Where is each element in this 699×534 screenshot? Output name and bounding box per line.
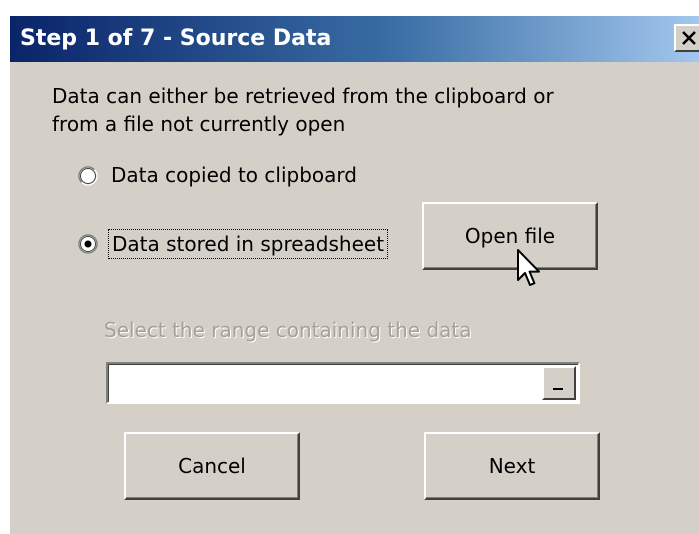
next-button[interactable]: Next <box>424 432 600 500</box>
range-label: Select the range containing the data <box>104 318 472 342</box>
dialog-title: Step 1 of 7 - Source Data <box>20 26 332 51</box>
close-button[interactable] <box>674 24 699 52</box>
range-picker-button[interactable] <box>542 366 576 400</box>
dialog-window: Step 1 of 7 - Source Data Data can eithe… <box>8 14 699 534</box>
open-file-button-label: Open file <box>464 224 556 248</box>
title-bar[interactable]: Step 1 of 7 - Source Data <box>10 16 699 62</box>
radio-clipboard-label[interactable]: Data copied to clipboard <box>108 161 360 189</box>
range-input[interactable] <box>106 362 580 404</box>
instructions-line-1: Data can either be retrieved from the cl… <box>52 84 554 108</box>
open-file-button[interactable]: Open file <box>422 202 598 270</box>
range-picker-icon <box>553 388 563 390</box>
radio-unchecked-icon[interactable] <box>78 166 98 186</box>
instructions-text: Data can either be retrieved from the cl… <box>52 82 612 138</box>
instructions-line-2: from a file not currently open <box>52 112 346 136</box>
mouse-cursor-icon <box>517 249 540 286</box>
radio-checked-icon[interactable] <box>78 234 98 254</box>
radio-spreadsheet-label[interactable]: Data stored in spreadsheet <box>108 229 389 259</box>
next-button-label: Next <box>488 454 536 478</box>
cancel-button-label: Cancel <box>178 454 246 478</box>
close-icon <box>682 31 696 45</box>
cancel-button[interactable]: Cancel <box>124 432 300 500</box>
